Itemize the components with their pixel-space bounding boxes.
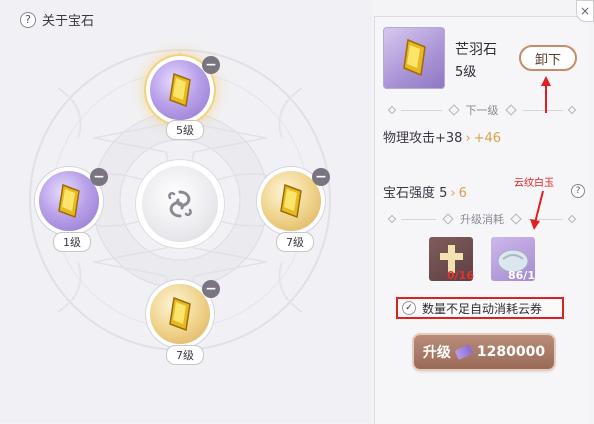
cloud-ticket-icon — [454, 344, 474, 360]
cost-divider: 升级消耗 — [383, 212, 581, 226]
yellow-gem-icon — [403, 38, 426, 77]
gem-strength-stat: 宝石强度 5 › 6 — [383, 182, 467, 201]
auto-consume-label: 数量不足自动消耗云券 — [422, 301, 543, 316]
gem-level-right: 7级 — [276, 232, 314, 252]
cost-label: 升级消耗 — [460, 213, 504, 226]
auto-consume-toggle[interactable]: ✓ 数量不足自动消耗云券 — [396, 297, 564, 319]
gem-level-top: 5级 — [166, 120, 204, 140]
about-gems-title: 关于宝石 — [42, 14, 95, 29]
material-count-2: 86/1 — [508, 269, 535, 282]
strength-next-value: 6 — [458, 186, 467, 201]
attack-stat: 物理攻击+38 › +46 — [383, 127, 501, 146]
selected-gem-thumbnail — [383, 27, 445, 89]
strength-arrow: › — [450, 186, 456, 201]
material-count-1: 0/16 — [447, 269, 474, 282]
remove-gem-top-icon[interactable]: − — [202, 56, 220, 74]
upgrade-button[interactable]: 升级 1280000 — [414, 335, 554, 369]
auto-consume-checkbox[interactable]: ✓ — [402, 301, 416, 315]
help-icon[interactable]: ? — [20, 11, 36, 28]
next-level-label: 下一级 — [465, 104, 499, 117]
next-level-divider: 下一级 — [383, 103, 581, 117]
about-gems-link[interactable]: ? 关于宝石 — [20, 10, 94, 29]
gem-slot-top[interactable] — [150, 60, 210, 120]
attack-arrow: › — [465, 131, 471, 146]
annotation-jade-name: 云纹白玉 — [514, 178, 554, 189]
attack-next-value: +46 — [473, 131, 502, 146]
close-button[interactable]: × — [576, 0, 594, 22]
attack-stat-label: 物理攻击+38 — [383, 131, 463, 146]
yellow-gem-icon — [169, 296, 191, 332]
gem-name: 芒羽石 — [455, 42, 497, 58]
upgrade-cost: 1280000 — [476, 344, 546, 360]
remove-gem-bottom-icon[interactable]: − — [202, 280, 220, 298]
unequip-button[interactable]: 卸下 — [519, 45, 577, 71]
gem-level-bottom: 7级 — [166, 345, 204, 365]
upgrade-label: 升级 — [422, 345, 451, 361]
strength-help-icon[interactable]: ? — [571, 184, 585, 198]
gem-level: 5级 — [455, 65, 477, 80]
center-emblem — [142, 166, 218, 242]
gem-slot-bottom[interactable] — [150, 284, 210, 344]
remove-gem-right-icon[interactable]: − — [312, 168, 330, 186]
gem-level-left: 1级 — [53, 232, 91, 252]
swirl-emblem-icon — [168, 190, 192, 218]
remove-gem-left-icon[interactable]: − — [90, 168, 108, 186]
yellow-gem-icon — [169, 72, 191, 108]
gem-socket-area: ? 关于宝石 − 5级 − 1级 − 7级 − 7级 — [0, 0, 372, 423]
strength-label: 宝石强度 5 — [383, 186, 448, 201]
